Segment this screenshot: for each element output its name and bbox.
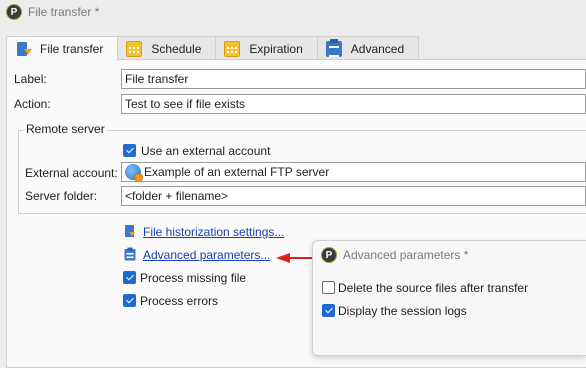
advanced-parameters-dialog: P Advanced parameters * Delete the sourc…: [312, 240, 586, 356]
action-input[interactable]: Test to see if file exists: [121, 94, 586, 114]
tab-label: File transfer: [40, 42, 104, 56]
remote-server-title: Remote server: [24, 122, 107, 136]
calendar-icon: [224, 40, 241, 57]
tab-bar: File transfer Schedule Expiration Advanc…: [6, 36, 420, 61]
process-errors-label: Process errors: [140, 294, 219, 308]
clipboard-icon: [123, 247, 137, 261]
process-missing-file-label: Process missing file: [140, 271, 247, 285]
title-bar: P File transfer *: [0, 0, 586, 24]
delete-source-files-label: Delete the source files after transfer: [338, 281, 529, 295]
tab-label: Schedule: [151, 41, 202, 56]
historization-icon: [123, 224, 137, 238]
clipboard-icon: [325, 38, 342, 57]
process-errors-checkbox[interactable]: [123, 294, 136, 307]
calendar-icon: [126, 40, 143, 57]
app-logo-icon: P: [6, 4, 22, 20]
window-title: File transfer *: [28, 5, 100, 19]
label-input[interactable]: File transfer: [121, 69, 586, 89]
server-folder-caption: Server folder:: [25, 189, 98, 203]
tab-label: Advanced: [350, 41, 405, 56]
file-transfer-icon: [15, 41, 32, 57]
label-caption: Label:: [14, 72, 47, 86]
tab-schedule[interactable]: Schedule: [117, 36, 217, 60]
tab-file-transfer[interactable]: File transfer: [6, 36, 119, 61]
delete-source-files-checkbox[interactable]: [322, 281, 335, 294]
display-session-logs-label: Display the session logs: [338, 304, 467, 318]
tab-expiration[interactable]: Expiration: [215, 36, 318, 60]
display-session-logs-checkbox[interactable]: [322, 304, 335, 317]
process-missing-file-checkbox[interactable]: [123, 271, 136, 284]
dialog-title: Advanced parameters *: [343, 248, 469, 262]
external-account-caption: External account:: [25, 166, 118, 180]
server-folder-input[interactable]: <folder + filename>: [121, 186, 586, 206]
action-caption: Action:: [14, 97, 51, 111]
file-historization-link[interactable]: File historization settings...: [143, 225, 284, 239]
red-arrow-icon: [276, 253, 315, 263]
external-account-value: Example of an external FTP server: [144, 165, 330, 179]
tab-label: Expiration: [249, 41, 303, 56]
external-account-field[interactable]: Example of an external FTP server: [121, 162, 586, 182]
tab-advanced[interactable]: Advanced: [316, 36, 420, 60]
use-external-account-checkbox[interactable]: [123, 144, 136, 157]
app-logo-icon: P: [321, 247, 337, 263]
use-external-account-label: Use an external account: [141, 144, 271, 158]
advanced-parameters-link[interactable]: Advanced parameters...: [143, 248, 270, 262]
external-account-icon: [125, 164, 143, 181]
